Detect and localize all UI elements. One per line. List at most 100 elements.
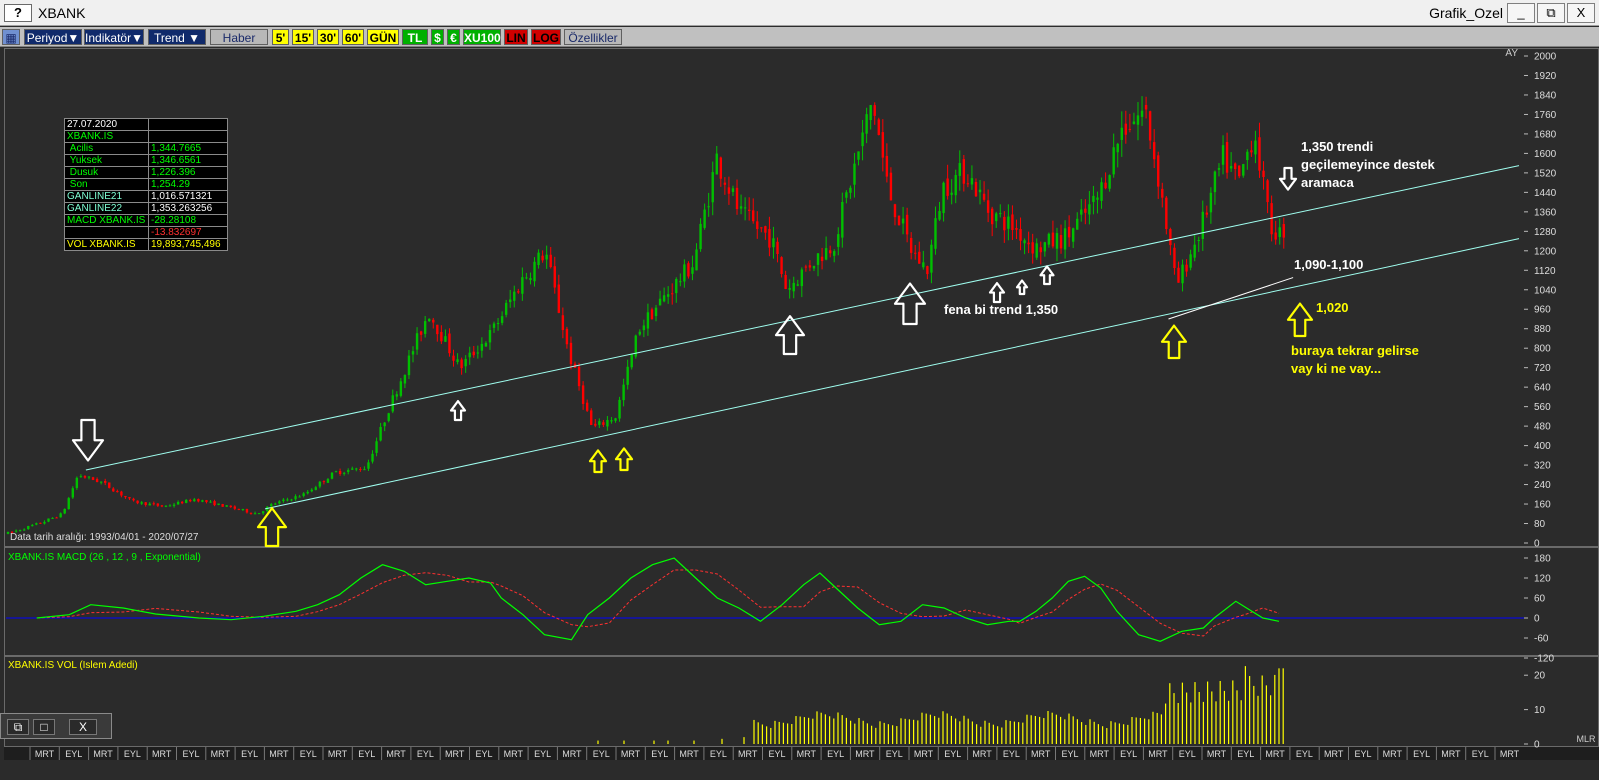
candle-body — [18, 530, 22, 532]
close-button[interactable]: X — [1567, 3, 1595, 23]
candle-body — [747, 209, 751, 211]
candle-body — [622, 384, 625, 401]
candle-body — [1108, 175, 1111, 189]
app-icon[interactable]: ▦ — [2, 29, 20, 45]
candle-body — [144, 502, 147, 506]
candle-body — [1238, 165, 1241, 177]
toolbar: ▦ Periyod▼ Indikatör▼ Trend ▼ Haber 5' 15' 30'… — [0, 27, 1599, 47]
candle-body — [772, 238, 775, 248]
mini-close-button[interactable]: X — [69, 719, 97, 735]
candle-body — [909, 237, 913, 253]
candle-body — [901, 218, 905, 224]
candle-body — [804, 266, 808, 268]
candle-body — [1023, 240, 1026, 244]
annotation-range: 1,090-1,100 — [1294, 257, 1363, 272]
candle-body — [541, 255, 544, 261]
candle-body — [521, 277, 524, 294]
info-row-1-label: Yuksek — [64, 154, 149, 167]
mlr-label: MLR — [1576, 734, 1596, 744]
candle-body — [897, 215, 901, 226]
toolbar-15-button[interactable]: 15' — [292, 29, 314, 45]
candle-body — [812, 265, 816, 269]
candle-body — [359, 469, 362, 471]
candle-body — [496, 323, 500, 325]
period-label: AY — [1505, 48, 1518, 59]
candle-body — [630, 353, 633, 368]
candle-body — [245, 509, 249, 513]
toolbar-indikator-button[interactable]: Indikatör▼ — [84, 29, 144, 45]
candle-body — [687, 263, 690, 277]
candle-body — [1193, 244, 1196, 258]
toolbar-periyod-button[interactable]: Periyod▼ — [24, 29, 82, 45]
toolbar-lin-button[interactable]: LIN — [504, 29, 528, 45]
price-tick-label: 1840 — [1534, 90, 1557, 101]
toolbar-trend-button[interactable]: Trend ▼ — [148, 29, 206, 45]
info-vol: VOL XBANK.IS 19,893,745,496 — [64, 238, 228, 251]
restore-button[interactable]: ⧉ — [1537, 3, 1565, 23]
toolbar-haber-button[interactable]: Haber — [210, 29, 268, 45]
candle-body — [104, 481, 107, 483]
candle-body — [1128, 128, 1132, 130]
candle-body — [861, 132, 864, 147]
toolbar-log-button[interactable]: LOG — [531, 29, 561, 45]
candle-body — [881, 132, 885, 158]
candle-body — [845, 192, 848, 198]
candle-body — [1148, 111, 1152, 141]
candle-body — [51, 517, 54, 519]
toolbar-xu100-button[interactable]: XU100 — [463, 29, 501, 45]
price-tick-label: 2000 — [1534, 52, 1557, 63]
candle-body — [849, 187, 852, 193]
help-button[interactable]: ? — [4, 4, 32, 22]
candle-body — [642, 325, 646, 331]
candle-body — [403, 374, 407, 384]
candle-body — [865, 114, 868, 134]
candle-body — [1205, 212, 1209, 215]
candle-body — [306, 491, 309, 494]
candle-body — [35, 523, 38, 525]
minimized-window[interactable]: ⧉ □ X — [0, 713, 112, 739]
candle-body — [59, 513, 62, 518]
candle-body — [970, 178, 974, 185]
mini-restore-button[interactable]: ⧉ — [7, 719, 29, 735]
candle-body — [363, 469, 366, 471]
candle-body — [1092, 195, 1095, 202]
toolbar-ozellikler-button[interactable]: Özellikler — [564, 29, 622, 45]
toolbar-usd-button[interactable]: $ — [431, 29, 444, 45]
candle-body — [120, 491, 123, 496]
candle-body — [675, 279, 678, 294]
candle-body — [1116, 143, 1119, 153]
toolbar-tl-button[interactable]: TL — [402, 29, 428, 45]
candle-body — [411, 351, 415, 355]
toolbar-gun-button[interactable]: GÜN — [367, 29, 399, 45]
candle-body — [39, 522, 42, 524]
toolbar-5-button[interactable]: 5' — [272, 29, 289, 45]
candle-body — [67, 498, 70, 510]
mini-maximize-button[interactable]: □ — [33, 719, 55, 735]
candle-body — [1152, 142, 1156, 160]
time-tick-label: EYL — [827, 749, 844, 759]
candle-body — [731, 188, 735, 192]
candle-body — [1242, 164, 1245, 176]
candle-body — [1011, 214, 1014, 231]
candle-body — [152, 503, 156, 505]
time-tick-label: MRT — [621, 749, 641, 759]
info-macd-signal: -13.832697 — [64, 226, 228, 239]
minimize-button[interactable]: _ — [1507, 3, 1535, 23]
toolbar-60-button[interactable]: 60' — [342, 29, 364, 45]
price-chart[interactable]: 0 80 160 240 320 400 480 560 640 720 800 880 960 1040… — [4, 48, 1599, 760]
candle-body — [484, 342, 488, 347]
macd-panel — [4, 547, 1599, 656]
candle-body — [79, 476, 83, 478]
candle-body — [723, 182, 727, 185]
candle-body — [873, 105, 876, 116]
price-tick-label: 1120 — [1534, 266, 1556, 277]
time-tick-label: MRT — [855, 749, 875, 759]
candle-body — [1157, 155, 1160, 187]
candle-body — [99, 481, 103, 483]
toolbar-30-button[interactable]: 30' — [317, 29, 339, 45]
chart-area[interactable]: 0 80 160 240 320 400 480 560 640 720 800 880 960 1040… — [4, 48, 1599, 760]
candle-body — [87, 476, 91, 478]
info-macd-signal-value: -13.832697 — [148, 226, 228, 239]
toolbar-eur-button[interactable]: € — [447, 29, 460, 45]
candle-body — [509, 299, 512, 303]
